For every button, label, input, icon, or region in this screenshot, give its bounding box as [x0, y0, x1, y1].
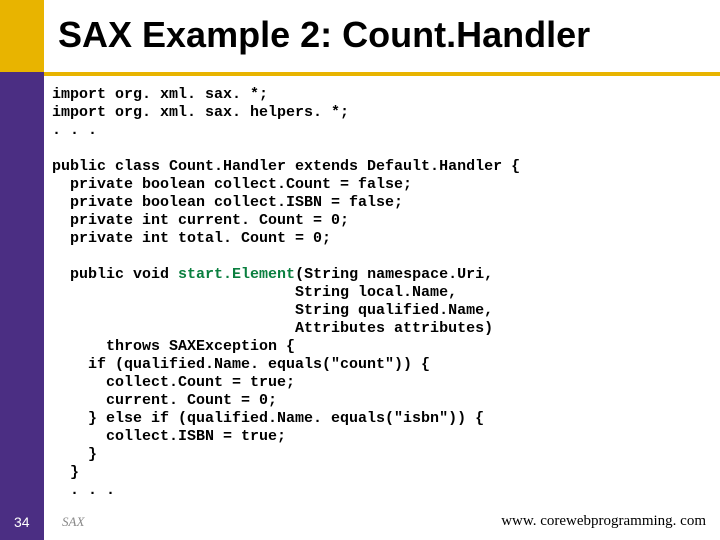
- slide-number: 34: [14, 514, 30, 530]
- title-underline: [44, 72, 720, 76]
- footer-left: SAX: [62, 514, 84, 530]
- footer-url: www. corewebprogramming. com: [501, 513, 706, 530]
- code-method-name: start.Element: [178, 266, 295, 283]
- code-body: String local.Name, String qualified.Name…: [52, 284, 493, 499]
- code-method-rest: (String namespace.Uri,: [295, 266, 493, 283]
- left-accent-bar: [0, 0, 44, 540]
- code-block: import org. xml. sax. *; import org. xml…: [52, 86, 520, 500]
- code-method-prefix: public void: [52, 266, 178, 283]
- slide-title: SAX Example 2: Count.Handler: [58, 14, 590, 56]
- code-imports: import org. xml. sax. *; import org. xml…: [52, 86, 520, 247]
